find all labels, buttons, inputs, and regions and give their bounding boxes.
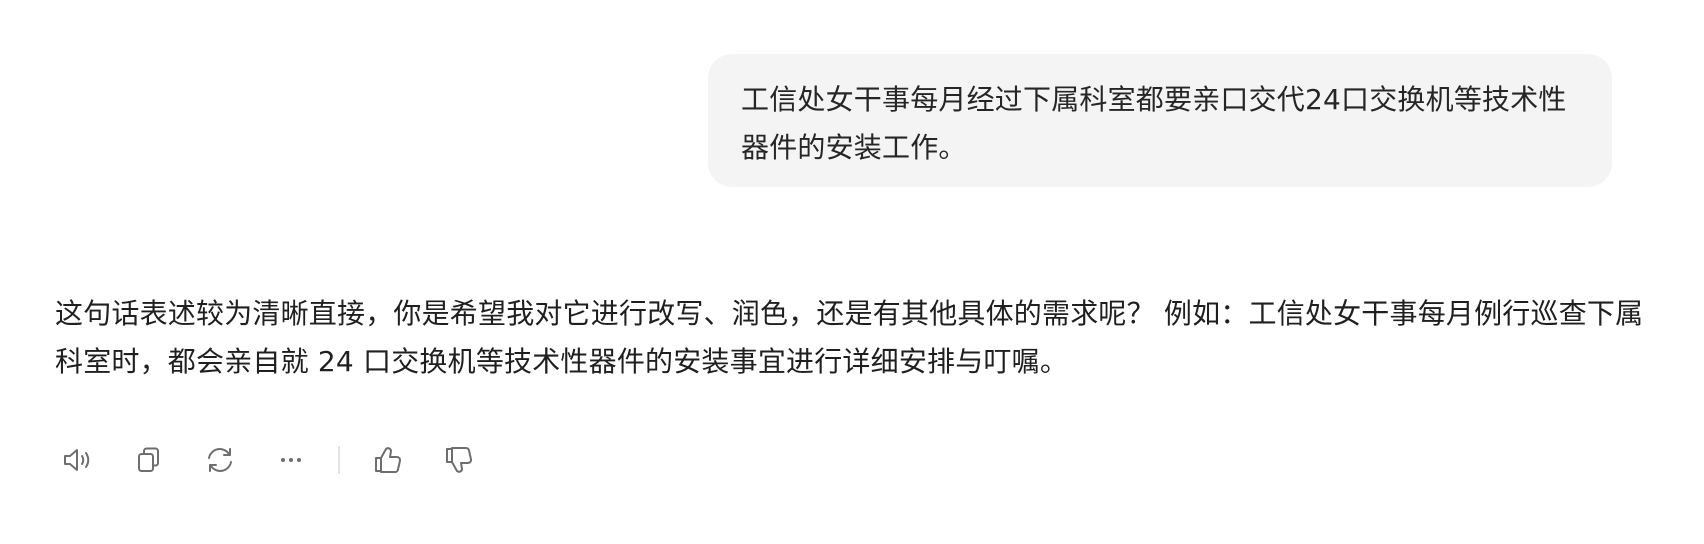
assistant-message: 这句话表述较为清晰直接，你是希望我对它进行改写、润色，还是有其他具体的需求呢？ … (55, 290, 1645, 386)
more-options-button[interactable] (269, 438, 313, 482)
copy-button[interactable] (127, 438, 171, 482)
chat-area: 工信处女干事每月经过下属科室都要亲口交代24口交换机等技术性器件的安装工作。 这… (0, 0, 1704, 544)
read-aloud-button[interactable] (56, 438, 100, 482)
regenerate-icon (208, 448, 232, 472)
copy-icon (138, 447, 159, 472)
dislike-button[interactable] (437, 438, 481, 482)
toolbar-divider (338, 446, 340, 474)
regenerate-button[interactable] (198, 438, 242, 482)
user-message-bubble: 工信处女干事每月经过下属科室都要亲口交代24口交换机等技术性器件的安装工作。 (708, 54, 1612, 187)
like-button[interactable] (366, 438, 410, 482)
message-actions-toolbar (56, 438, 508, 482)
user-message-text: 工信处女干事每月经过下属科室都要亲口交代24口交换机等技术性器件的安装工作。 (741, 83, 1567, 164)
thumbs-up-icon (375, 447, 401, 473)
speaker-icon (64, 449, 90, 471)
more-icon (281, 458, 301, 462)
thumbs-down-icon (446, 447, 472, 473)
assistant-message-text: 这句话表述较为清晰直接，你是希望我对它进行改写、润色，还是有其他具体的需求呢？ … (55, 297, 1644, 378)
